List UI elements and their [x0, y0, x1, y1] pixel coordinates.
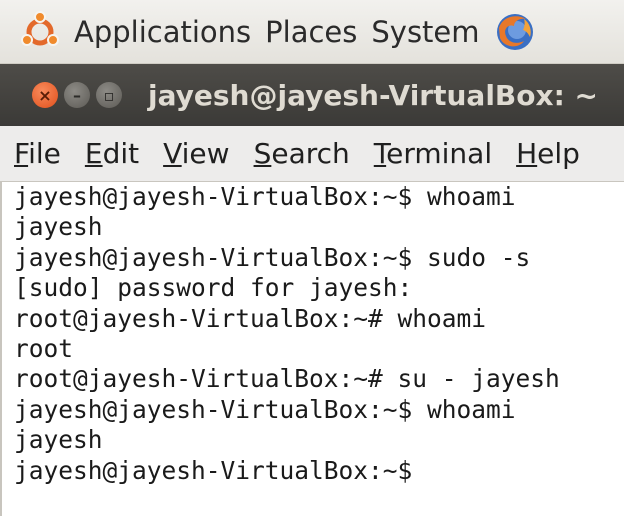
close-window-button[interactable]: × [32, 82, 58, 108]
menu-bar: File Edit View Search Terminal Help [0, 126, 624, 182]
firefox-icon[interactable] [494, 11, 536, 53]
system-menu[interactable]: System [371, 15, 479, 49]
terminal-line: [sudo] password for jayesh: [14, 273, 413, 303]
terminal-line: jayesh@jayesh-VirtualBox:~$ whoami [14, 394, 516, 424]
menu-terminal[interactable]: Terminal [374, 137, 492, 170]
minimize-window-button[interactable]: – [64, 82, 90, 108]
terminal-line: root [14, 333, 74, 363]
terminal-line: root@jayesh-VirtualBox:~# su - jayesh [14, 364, 560, 394]
menu-edit[interactable]: Edit [85, 137, 139, 170]
menu-help[interactable]: Help [516, 137, 580, 170]
window-titlebar[interactable]: × – ▫ jayesh@jayesh-VirtualBox: ~ [0, 64, 624, 126]
window-title: jayesh@jayesh-VirtualBox: ~ [148, 78, 598, 112]
menu-file[interactable]: File [14, 137, 61, 170]
top-panel: Applications Places System [0, 0, 624, 64]
menu-view[interactable]: View [163, 137, 229, 170]
places-menu[interactable]: Places [265, 15, 357, 49]
terminal-line: jayesh@jayesh-VirtualBox:~$ sudo -s [14, 242, 531, 272]
ubuntu-logo-icon[interactable] [18, 10, 62, 54]
applications-menu[interactable]: Applications [74, 15, 251, 49]
terminal-line: jayesh@jayesh-VirtualBox:~$ whoami [14, 182, 516, 211]
terminal-line: jayesh [14, 425, 103, 455]
terminal-output[interactable]: jayesh@jayesh-VirtualBox:~$ whoami jayes… [0, 182, 624, 516]
menu-search[interactable]: Search [254, 137, 350, 170]
terminal-prompt-line: jayesh@jayesh-VirtualBox:~$ [14, 455, 413, 485]
terminal-line: jayesh [14, 212, 103, 242]
terminal-line: root@jayesh-VirtualBox:~# whoami [14, 303, 487, 333]
maximize-window-button[interactable]: ▫ [96, 82, 122, 108]
